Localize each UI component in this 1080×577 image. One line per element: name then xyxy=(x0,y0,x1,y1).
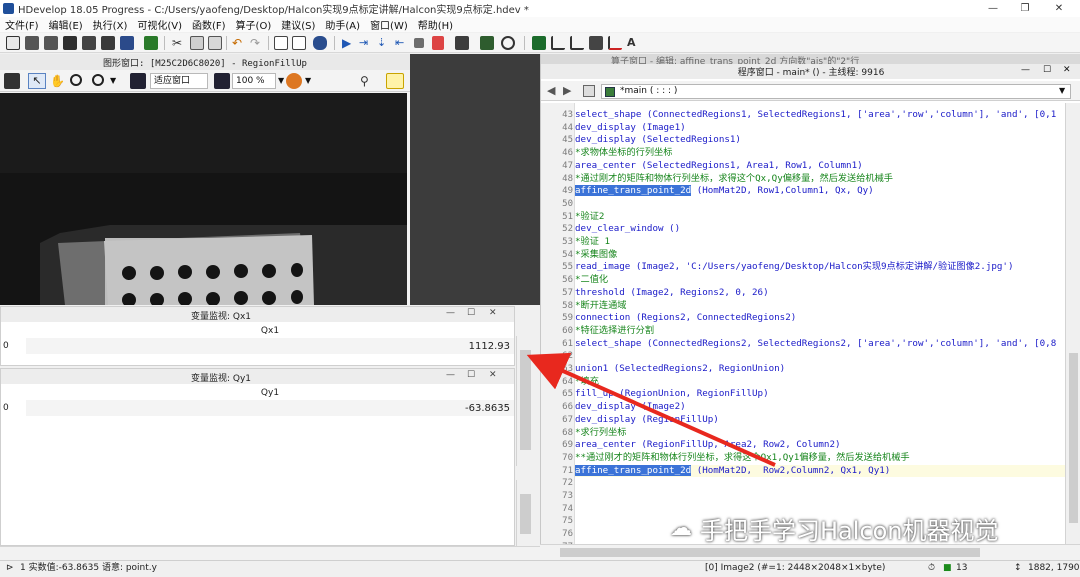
status-cursor-icon: ↕ xyxy=(1014,563,1022,573)
status-icon: ⊳ xyxy=(6,563,14,573)
status-coordinates: 1882, 1790 xyxy=(1028,563,1080,573)
hdevelop-app: HDevelop 18.05 Progress - C:/Users/yaofe… xyxy=(0,0,1080,577)
status-clock-icon: ⏱ xyxy=(928,563,936,573)
status-bar: ⊳ 1 实数值:-63.8635 语意: point.y [0] Image2 … xyxy=(0,560,1080,577)
status-variable-info: 1 实数值:-63.8635 语意: point.y xyxy=(20,563,157,573)
status-count: 13 xyxy=(956,563,968,573)
status-image-info: [0] Image2 (#=1: 2448×2048×1×byte) xyxy=(705,563,886,573)
annotation-arrow xyxy=(526,352,776,467)
status-region-icon: ■ xyxy=(943,563,952,573)
